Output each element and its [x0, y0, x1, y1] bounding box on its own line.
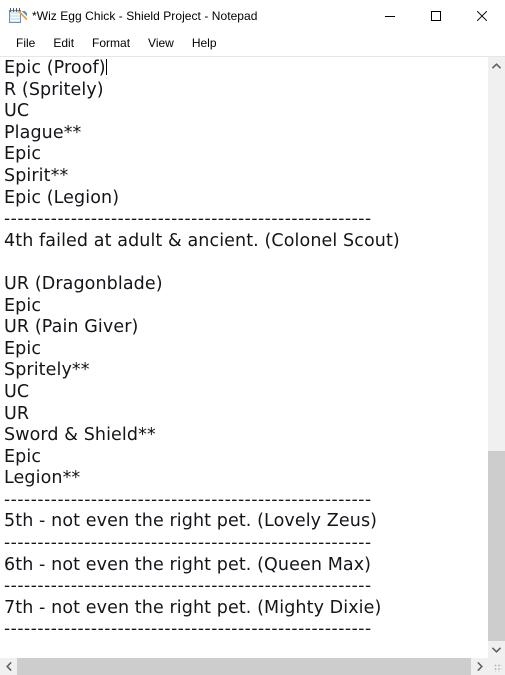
text-line: UC	[4, 101, 487, 123]
menu-item-file[interactable]: File	[7, 34, 44, 53]
text-line: ----------------------------------------…	[4, 619, 487, 641]
text-line-content: R (Spritely)	[4, 79, 104, 100]
text-line: ----------------------------------------…	[4, 576, 487, 598]
notepad-icon	[8, 7, 27, 25]
text-line-content: Epic (Proof)	[4, 58, 106, 78]
horizontal-scroll-track[interactable]	[17, 658, 471, 675]
text-line-content: 4th failed at adult & ancient. (Colonel …	[4, 230, 400, 251]
window-controls	[367, 0, 505, 31]
text-line-content: Epic	[4, 338, 42, 359]
text-line: Epic	[4, 447, 487, 469]
resize-grip-icon[interactable]	[488, 658, 505, 675]
text-line-content: 5th - not even the right pet. (Lovely Ze…	[4, 511, 378, 532]
vertical-scroll-track[interactable]	[488, 74, 505, 641]
scroll-down-button[interactable]	[488, 641, 505, 658]
text-line-content: UC	[4, 381, 30, 402]
text-line-content: 7th - not even the right pet. (Mighty Di…	[4, 597, 382, 618]
text-line: Epic	[4, 339, 487, 361]
text-caret	[105, 59, 107, 75]
text-line-content: ----------------------------------------…	[4, 209, 372, 230]
text-line-content: ----------------------------------------…	[4, 533, 372, 554]
text-editor[interactable]: Epic (Proof) R (Spritely) UC Plague** Epic Sp…	[0, 57, 487, 658]
horizontal-scrollbar[interactable]	[0, 658, 505, 675]
menu-item-help[interactable]: Help	[183, 34, 226, 53]
text-line: 7th - not even the right pet. (Mighty Di…	[4, 598, 487, 620]
text-line-content: ----------------------------------------…	[4, 576, 372, 597]
vertical-scroll-thumb[interactable]	[488, 451, 505, 641]
text-line-content: Epic (Legion)	[4, 187, 120, 208]
text-line-content: Spritely**	[4, 360, 90, 381]
vertical-scrollbar[interactable]	[487, 57, 505, 658]
title-bar: *Wiz Egg Chick - Shield Project - Notepa…	[0, 0, 505, 31]
text-line: Epic (Legion)	[4, 188, 487, 210]
text-line: Epic (Proof)	[4, 58, 487, 80]
text-line-content: Spirit**	[4, 165, 69, 186]
minimize-button[interactable]	[367, 0, 413, 31]
scroll-left-button[interactable]	[0, 658, 17, 675]
text-line: Legion**	[4, 468, 487, 490]
text-line: ----------------------------------------…	[4, 533, 487, 555]
text-line: Spritely**	[4, 360, 487, 382]
text-content: Epic (Proof) R (Spritely) UC Plague** Epic Sp…	[0, 57, 487, 641]
menu-item-edit[interactable]: Edit	[44, 34, 83, 53]
scroll-right-button[interactable]	[471, 658, 488, 675]
text-line: UR (Dragonblade)	[4, 274, 487, 296]
text-line: Sword & Shield**	[4, 425, 487, 447]
text-line: UR (Pain Giver)	[4, 317, 487, 339]
text-line: Epic	[4, 296, 487, 318]
maximize-button[interactable]	[413, 0, 459, 31]
text-line: 4th failed at adult & ancient. (Colonel …	[4, 231, 487, 253]
text-line: Spirit**	[4, 166, 487, 188]
menu-item-format[interactable]: Format	[83, 34, 139, 53]
text-line-content: ----------------------------------------…	[4, 489, 372, 510]
text-line	[4, 252, 487, 274]
text-line-content: Sword & Shield**	[4, 425, 156, 446]
text-line-content: UR	[4, 403, 30, 424]
text-line-content: UR (Dragonblade)	[4, 273, 163, 294]
text-line: Epic	[4, 144, 487, 166]
text-line: 6th - not even the right pet. (Queen Max…	[4, 555, 487, 577]
text-line: R (Spritely)	[4, 80, 487, 102]
text-line: UR	[4, 404, 487, 426]
text-line-content: ----------------------------------------…	[4, 619, 372, 640]
menu-bar: File Edit Format View Help	[0, 31, 505, 56]
menu-item-view[interactable]: View	[139, 34, 183, 53]
text-line-content: 6th - not even the right pet. (Queen Max…	[4, 554, 372, 575]
text-line-content: Plague**	[4, 122, 82, 143]
text-line-content	[4, 252, 10, 272]
text-line-content: Epic	[4, 144, 42, 165]
text-line: ----------------------------------------…	[4, 209, 487, 231]
close-button[interactable]	[459, 0, 505, 31]
text-line-content: UC	[4, 101, 30, 122]
notepad-window: *Wiz Egg Chick - Shield Project - Notepa…	[0, 0, 505, 675]
text-line-content: UR (Pain Giver)	[4, 317, 139, 338]
text-line: Plague**	[4, 123, 487, 145]
text-line-content: Epic	[4, 446, 42, 467]
text-line: ----------------------------------------…	[4, 490, 487, 512]
text-line: UC	[4, 382, 487, 404]
text-line-content: Legion**	[4, 468, 81, 489]
text-line-content: Epic	[4, 295, 42, 316]
horizontal-scroll-thumb[interactable]	[17, 658, 471, 675]
text-line: 5th - not even the right pet. (Lovely Ze…	[4, 511, 487, 533]
window-title: *Wiz Egg Chick - Shield Project - Notepa…	[32, 8, 258, 23]
editor-area: Epic (Proof) R (Spritely) UC Plague** Epic Sp…	[0, 56, 505, 658]
scroll-up-button[interactable]	[488, 57, 505, 74]
